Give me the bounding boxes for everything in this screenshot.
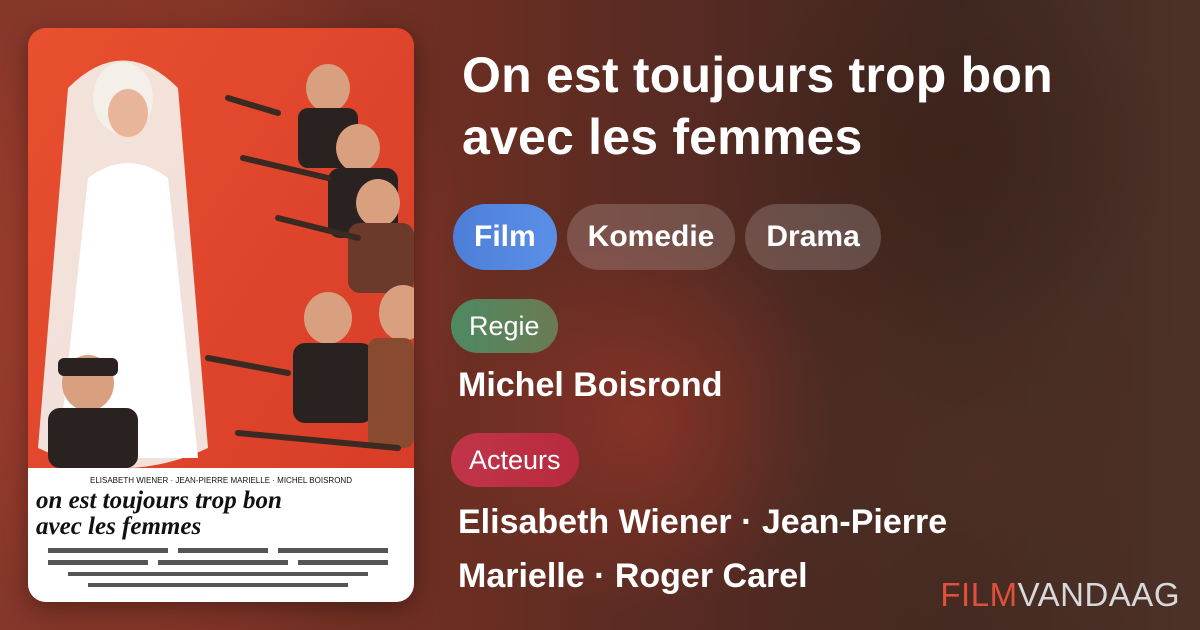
poster-title-line-2: avec les femmes xyxy=(36,513,201,540)
director-name: Michel Boisrond xyxy=(458,366,723,404)
filmvandaag-logo: FILMVANDAAG xyxy=(940,576,1180,614)
genre-chip-drama[interactable]: Drama xyxy=(745,204,881,270)
genre-chip-film[interactable]: Film xyxy=(453,204,557,270)
genre-chips: Film Komedie Drama xyxy=(453,204,881,270)
cast-label: Acteurs xyxy=(451,433,579,487)
movie-poster: ELISABETH WIENER · JEAN-PIERRE MARIELLE … xyxy=(28,28,414,602)
director-label: Regie xyxy=(451,299,558,353)
poster-title-line-1: on est toujours trop bon xyxy=(36,487,282,514)
genre-chip-komedie[interactable]: Komedie xyxy=(566,204,736,270)
logo-part-film: FILM xyxy=(940,576,1018,613)
logo-part-vandaag: VANDAAG xyxy=(1017,576,1180,613)
movie-title: On est toujours trop bon avec les femmes xyxy=(462,47,1053,165)
poster-credit-line: ELISABETH WIENER · JEAN-PIERRE MARIELLE … xyxy=(90,476,352,485)
